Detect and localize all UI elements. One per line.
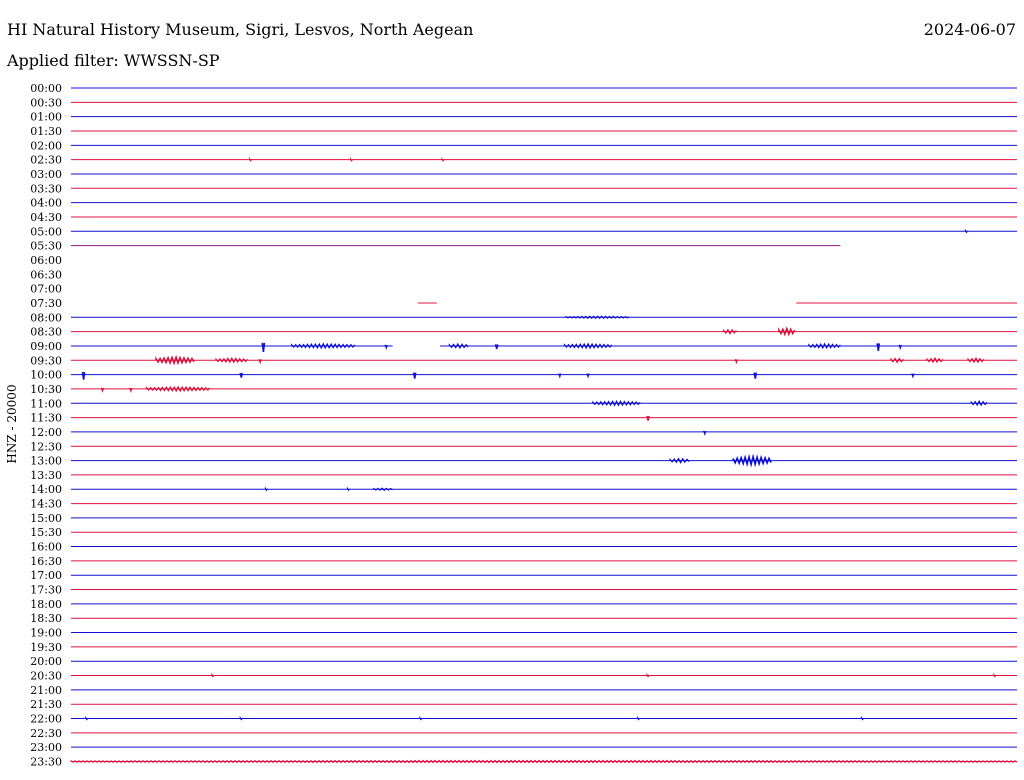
row-label: 07:30 <box>30 297 62 310</box>
row-label: 05:30 <box>30 240 62 253</box>
row-label: 10:00 <box>30 369 62 382</box>
row-label: 02:30 <box>30 154 62 167</box>
row-label: 00:00 <box>30 82 62 95</box>
row-label: 23:00 <box>30 741 62 754</box>
row-label: 21:00 <box>30 684 62 697</box>
seismic-event <box>448 342 469 350</box>
seismic-event <box>753 372 758 379</box>
row-label: 08:30 <box>30 326 62 339</box>
seismic-event <box>129 387 133 393</box>
row-label: 20:00 <box>30 655 62 668</box>
row-label: 20:30 <box>30 670 62 683</box>
row-label: 13:30 <box>30 469 62 482</box>
seismic-event <box>734 359 739 365</box>
seismic-event <box>155 354 195 366</box>
seismic-event <box>70 759 1018 764</box>
row-label: 19:30 <box>30 641 62 654</box>
row-label: 17:30 <box>30 584 62 597</box>
row-label: 22:00 <box>30 713 62 726</box>
row-label: 11:00 <box>30 397 62 410</box>
seismic-event <box>258 359 262 365</box>
row-label: 10:30 <box>30 383 62 396</box>
row-label: 14:00 <box>30 483 62 496</box>
seismic-event <box>732 453 772 468</box>
row-label: 04:00 <box>30 197 62 210</box>
seismic-event <box>669 457 690 464</box>
seismic-event <box>100 387 105 393</box>
seismic-event <box>558 373 562 379</box>
row-label: 13:00 <box>30 455 62 468</box>
row-label: 15:30 <box>30 526 62 539</box>
seismic-event <box>494 344 499 350</box>
row-label: 15:00 <box>30 512 62 525</box>
helicorder-plot: 00:0000:30 01:0001:3002:00 02:3003:0003:30… <box>30 82 1018 769</box>
seismic-event <box>412 372 417 379</box>
seismic-event <box>911 373 915 379</box>
seismic-event <box>384 344 388 350</box>
row-label: 23:30 <box>30 756 62 769</box>
seismic-event <box>81 371 86 380</box>
row-label: 01:30 <box>30 125 62 138</box>
seismic-event <box>239 372 244 378</box>
row-label: 18:00 <box>30 598 62 611</box>
row-label: 07:00 <box>30 283 62 296</box>
row-label: 08:00 <box>30 311 62 324</box>
row-label: 22:30 <box>30 727 62 740</box>
row-label: 06:00 <box>30 254 62 267</box>
seismic-event <box>646 415 650 421</box>
seismic-event <box>586 373 590 379</box>
seismic-traces <box>71 87 1017 763</box>
row-label: 03:30 <box>30 182 62 195</box>
row-label: 16:00 <box>30 541 62 554</box>
row-label: 11:30 <box>30 412 62 425</box>
seismic-event <box>373 487 393 492</box>
row-label: 18:30 <box>30 612 62 625</box>
seismic-event <box>876 343 881 352</box>
row-label: 01:00 <box>30 111 62 124</box>
seismic-event <box>898 344 902 350</box>
row-label: 17:00 <box>30 569 62 582</box>
seismic-event <box>703 430 707 436</box>
row-label: 19:00 <box>30 627 62 640</box>
row-label: 09:00 <box>30 340 62 353</box>
row-labels: 00:0000:30 01:0001:3002:00 02:3003:0003:30… <box>30 82 62 769</box>
row-label: 02:00 <box>30 139 62 152</box>
row-label: 12:30 <box>30 440 62 453</box>
row-label: 06:30 <box>30 268 62 281</box>
row-label: 16:30 <box>30 555 62 568</box>
row-label: 12:00 <box>30 426 62 439</box>
row-label: 05:00 <box>30 225 62 238</box>
row-label: 03:00 <box>30 168 62 181</box>
seismic-event <box>261 342 266 352</box>
row-label: 00:30 <box>30 96 62 109</box>
row-label: 04:30 <box>30 211 62 224</box>
row-label: 21:30 <box>30 698 62 711</box>
row-label: 09:30 <box>30 354 62 367</box>
row-label: 14:30 <box>30 498 62 511</box>
